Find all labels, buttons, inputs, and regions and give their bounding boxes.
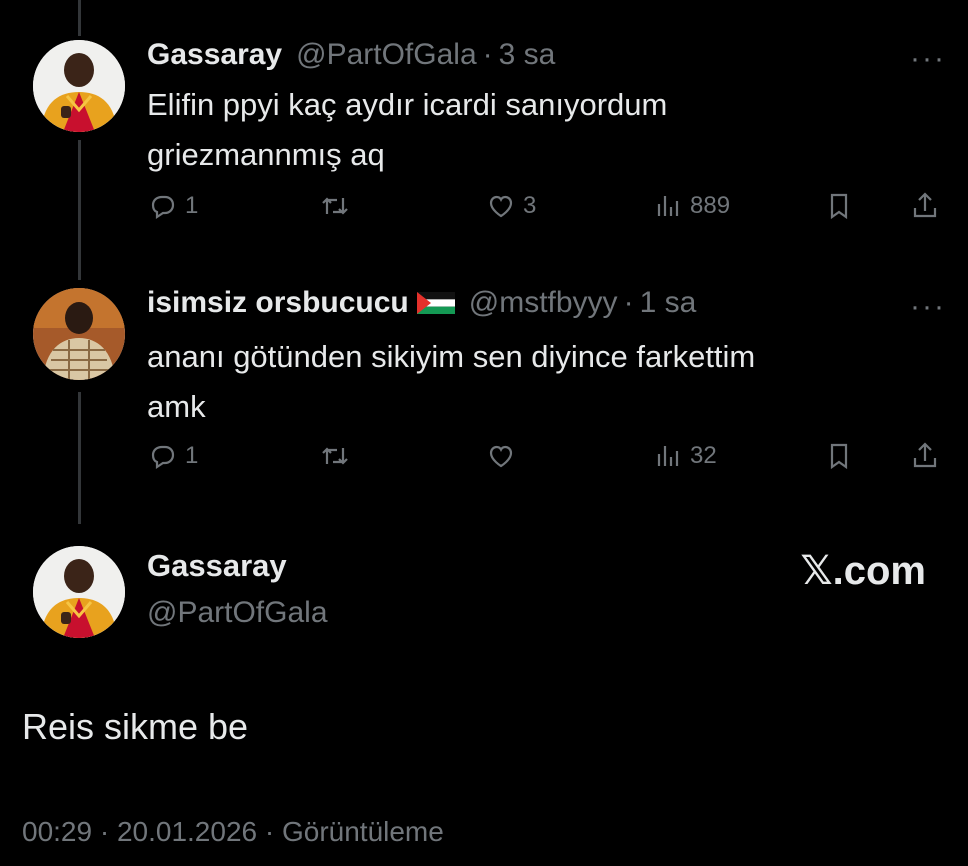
views-icon xyxy=(657,446,679,466)
avatar[interactable] xyxy=(33,546,125,638)
author-handle[interactable]: @PartOfGala xyxy=(296,38,477,72)
views-count: 32 xyxy=(690,442,717,469)
thread-line-2 xyxy=(78,392,81,524)
views-button[interactable]: 889 xyxy=(652,190,730,222)
x-com-logo: 𝕏.com xyxy=(800,549,926,593)
tweet-header: Gassaray @PartOfGala · 3 sa xyxy=(147,38,555,72)
author-handle[interactable]: @mstfbyyy xyxy=(469,286,618,320)
bookmark-button[interactable] xyxy=(823,190,855,222)
tweet-text: ananı götünden sikiyim sen diyince farke… xyxy=(147,332,927,432)
bookmark-icon xyxy=(830,443,848,470)
reply-icon xyxy=(151,195,175,220)
tweet-text: Elifin ppyi kaç aydır icardi sanıyordum … xyxy=(147,80,927,180)
retweet-icon xyxy=(322,197,348,215)
author-handle[interactable]: @PartOfGala xyxy=(147,596,328,630)
thread-line-top xyxy=(78,0,81,36)
views-icon xyxy=(657,196,679,216)
reply-count: 1 xyxy=(185,442,199,469)
retweet-button[interactable] xyxy=(319,440,351,472)
retweet-icon xyxy=(322,447,348,465)
share-button[interactable] xyxy=(909,190,941,222)
bookmark-button[interactable] xyxy=(823,440,855,472)
avatar[interactable] xyxy=(33,40,125,132)
more-icon[interactable]: ··· xyxy=(910,292,946,322)
reply-icon xyxy=(151,445,175,470)
tweet-time[interactable]: 3 sa xyxy=(499,38,556,72)
views-button[interactable]: 32 xyxy=(652,440,717,472)
like-count: 3 xyxy=(523,192,537,219)
author-name[interactable]: Gassaray xyxy=(147,38,282,72)
tweet-text-line: ananı götünden sikiyim sen diyince farke… xyxy=(147,339,756,374)
reply-button[interactable]: 1 xyxy=(147,440,198,472)
thread-line-1 xyxy=(78,140,81,280)
author-name[interactable]: Gassaray xyxy=(147,548,287,584)
reply-button[interactable]: 1 xyxy=(147,190,198,222)
tweet-text-line: amk xyxy=(147,389,206,424)
tweet-header: isimsiz orsbucucu @mstfbyyy · 1 sa xyxy=(147,286,696,320)
tweet-text-line: Elifin ppyi kaç aydır icardi sanıyordum xyxy=(147,87,668,122)
bookmark-icon xyxy=(830,193,848,220)
author-name[interactable]: isimsiz orsbucucu xyxy=(147,286,409,320)
like-icon xyxy=(489,445,513,468)
tweet-actions: 1 3 889 xyxy=(147,190,947,230)
palestine-flag-icon xyxy=(416,292,455,314)
reply-count: 1 xyxy=(185,192,199,219)
separator-dot: · xyxy=(623,286,634,319)
retweet-button[interactable] xyxy=(319,190,351,222)
tweet-meta: 00:29 · 20.01.2026 · Görüntüleme xyxy=(22,816,444,847)
avatar[interactable] xyxy=(33,288,125,380)
like-button[interactable]: 3 xyxy=(485,190,536,222)
share-icon xyxy=(913,442,937,468)
share-button[interactable] xyxy=(909,440,941,472)
share-icon xyxy=(913,192,937,218)
separator-dot: · xyxy=(482,38,493,71)
tweet-text-line: griezmannmış aq xyxy=(147,137,385,172)
like-button[interactable] xyxy=(485,440,517,472)
avatar-image xyxy=(33,288,125,380)
like-icon xyxy=(489,195,513,218)
tweet-text: Reis sikme be xyxy=(22,706,249,747)
tweet-time[interactable]: 1 sa xyxy=(640,286,697,320)
tweet-actions: 1 32 xyxy=(147,440,947,480)
avatar-image xyxy=(33,40,125,132)
more-icon[interactable]: ··· xyxy=(910,44,946,74)
avatar-image xyxy=(33,546,125,638)
views-count: 889 xyxy=(690,192,731,219)
